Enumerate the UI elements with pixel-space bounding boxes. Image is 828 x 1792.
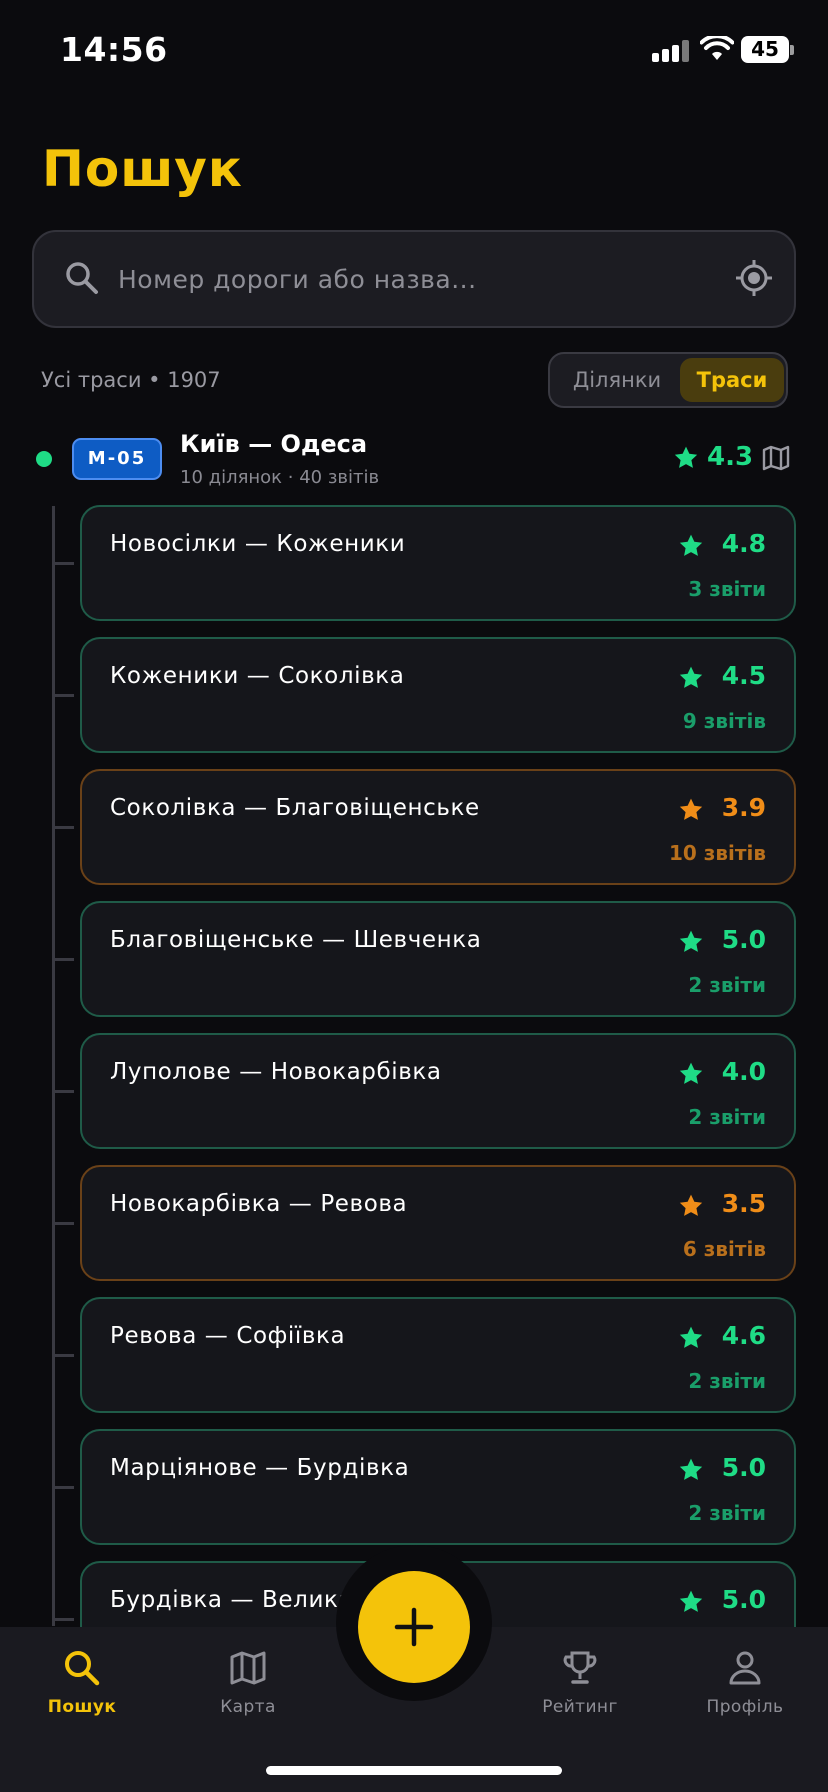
- segmented-control: Ділянки Траси: [548, 352, 788, 408]
- timeline-tick: [52, 1090, 74, 1093]
- section-name: Марціянове — Бурдівка: [110, 1455, 410, 1481]
- tab-map[interactable]: Карта: [188, 1639, 308, 1739]
- star-icon: [679, 1062, 703, 1084]
- tab-search-label: Пошук: [47, 1697, 117, 1717]
- section-card[interactable]: Новосілки — Коженики 4.8 3 звіти: [80, 505, 796, 621]
- section-rating: 3.9: [721, 793, 766, 822]
- timeline-tick: [52, 826, 74, 829]
- timeline-tick: [52, 1618, 74, 1621]
- search-icon: [65, 1651, 100, 1686]
- section-rating: 5.0: [721, 1585, 766, 1614]
- star-icon: [679, 1194, 703, 1216]
- section-reports-count: 2 звіти: [688, 1105, 766, 1129]
- section-reports-count: 2 звіти: [688, 1369, 766, 1393]
- section-name: Ревова — Софіївка: [110, 1323, 346, 1349]
- add-report-button[interactable]: [358, 1571, 470, 1683]
- section-reports-count: 3 звіти: [688, 577, 766, 601]
- section-name: Соколівка — Благовіщенське: [110, 795, 480, 821]
- tab-profile[interactable]: Профіль: [685, 1639, 805, 1739]
- segment-sections[interactable]: Ділянки: [558, 358, 676, 402]
- plus-icon: [394, 1607, 434, 1647]
- section-rating: 4.8: [721, 529, 766, 558]
- map-icon: [230, 1651, 266, 1685]
- timeline-tick: [52, 1222, 74, 1225]
- results-summary: Усі траси • 1907: [41, 368, 221, 392]
- timeline-line: [52, 506, 55, 1626]
- star-icon: [679, 1590, 703, 1612]
- wifi-icon: [700, 36, 734, 60]
- section-reports-count: 10 звітів: [668, 841, 766, 865]
- tab-rating-label: Рейтинг: [542, 1697, 618, 1717]
- route-title[interactable]: Київ — Одеса: [180, 430, 367, 458]
- star-icon: [679, 1326, 703, 1348]
- section-rating: 4.5: [721, 661, 766, 690]
- route-code-badge: М-05: [72, 438, 162, 480]
- route-status-dot: [36, 451, 52, 467]
- map-icon[interactable]: [762, 444, 790, 472]
- timeline-tick: [52, 1354, 74, 1357]
- home-indicator: [266, 1766, 562, 1775]
- timeline-tick: [52, 1486, 74, 1489]
- status-bar: 14:56 45: [0, 0, 828, 100]
- section-reports-count: 6 звітів: [682, 1237, 766, 1261]
- section-rating: 4.6: [721, 1321, 766, 1350]
- battery-tip: [790, 45, 794, 55]
- star-icon: [679, 798, 703, 820]
- person-icon: [729, 1651, 761, 1685]
- section-reports-count: 2 звіти: [688, 973, 766, 997]
- section-rating: 3.5: [721, 1189, 766, 1218]
- section-name: Благовіщенське — Шевченка: [110, 927, 482, 953]
- section-name: Новокарбівка — Ревова: [110, 1191, 408, 1217]
- star-icon: [674, 446, 698, 468]
- trophy-icon: [563, 1651, 597, 1684]
- section-name: Коженики — Соколівка: [110, 663, 405, 689]
- search-input[interactable]: [118, 256, 638, 302]
- star-icon: [679, 930, 703, 952]
- section-card[interactable]: Коженики — Соколівка 4.5 9 звітів: [80, 637, 796, 753]
- section-rating: 5.0: [721, 1453, 766, 1482]
- timeline-tick: [52, 958, 74, 961]
- battery-indicator: 45: [741, 36, 789, 63]
- section-card[interactable]: Новокарбівка — Ревова 3.5 6 звітів: [80, 1165, 796, 1281]
- page-title: Пошук: [42, 140, 243, 198]
- section-rating: 4.0: [721, 1057, 766, 1086]
- section-card[interactable]: Ревова — Софіївка 4.6 2 звіти: [80, 1297, 796, 1413]
- section-reports-count: 9 звітів: [682, 709, 766, 733]
- tab-search[interactable]: Пошук: [22, 1639, 142, 1739]
- route-rating: 4.3: [707, 442, 754, 472]
- star-icon: [679, 1458, 703, 1480]
- timeline-tick: [52, 562, 74, 565]
- locate-icon[interactable]: [734, 258, 774, 298]
- route-subtitle: 10 ділянок · 40 звітів: [180, 467, 380, 488]
- section-reports-count: 2 звіти: [688, 1501, 766, 1525]
- section-card[interactable]: Марціянове — Бурдівка 5.0 2 звіти: [80, 1429, 796, 1545]
- search-box[interactable]: [32, 230, 796, 328]
- section-name: Новосілки — Коженики: [110, 531, 406, 557]
- tab-rating[interactable]: Рейтинг: [520, 1639, 640, 1739]
- section-name: Луполове — Новокарбівка: [110, 1059, 442, 1085]
- section-card[interactable]: Соколівка — Благовіщенське 3.9 10 звітів: [80, 769, 796, 885]
- status-time: 14:56: [60, 30, 168, 69]
- section-card[interactable]: Благовіщенське — Шевченка 5.0 2 звіти: [80, 901, 796, 1017]
- section-card[interactable]: Луполове — Новокарбівка 4.0 2 звіти: [80, 1033, 796, 1149]
- search-icon: [66, 262, 98, 294]
- tab-profile-label: Профіль: [706, 1697, 784, 1717]
- section-rating: 5.0: [721, 925, 766, 954]
- cellular-signal-icon: [652, 40, 690, 62]
- star-icon: [679, 534, 703, 556]
- tab-map-label: Карта: [220, 1697, 276, 1717]
- timeline-tick: [52, 694, 74, 697]
- star-icon: [679, 666, 703, 688]
- segment-routes[interactable]: Траси: [680, 358, 784, 402]
